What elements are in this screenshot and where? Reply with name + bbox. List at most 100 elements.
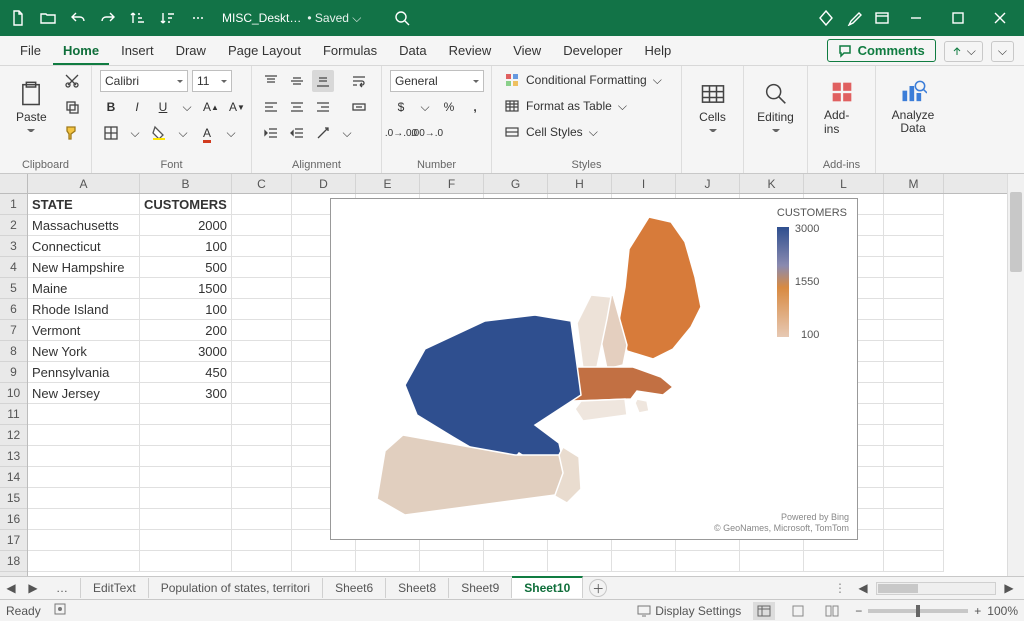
- col-header[interactable]: F: [420, 174, 484, 193]
- cell[interactable]: [28, 509, 140, 530]
- row-header[interactable]: 8: [0, 341, 27, 362]
- cell[interactable]: [232, 278, 292, 299]
- new-file-icon[interactable]: [4, 4, 32, 32]
- row-header[interactable]: 11: [0, 404, 27, 425]
- display-settings-button[interactable]: Display Settings: [637, 604, 741, 618]
- row-header[interactable]: 3: [0, 236, 27, 257]
- fill-color-icon[interactable]: [148, 122, 170, 144]
- cell[interactable]: [28, 488, 140, 509]
- cell[interactable]: [740, 551, 804, 572]
- cell[interactable]: [884, 467, 944, 488]
- chevron-down-icon[interactable]: ⌵: [174, 124, 192, 142]
- cell[interactable]: [232, 215, 292, 236]
- zoom-slider[interactable]: [868, 609, 968, 613]
- align-center-icon[interactable]: [286, 96, 308, 118]
- chevron-down-icon[interactable]: ⌵: [338, 124, 356, 142]
- cell[interactable]: [548, 551, 612, 572]
- tab-formulas[interactable]: Formulas: [313, 37, 387, 65]
- percent-icon[interactable]: %: [438, 96, 460, 118]
- row-header[interactable]: 9: [0, 362, 27, 383]
- col-header[interactable]: M: [884, 174, 944, 193]
- row-header[interactable]: 15: [0, 488, 27, 509]
- cell[interactable]: [884, 509, 944, 530]
- cell[interactable]: [420, 551, 484, 572]
- bold-button[interactable]: B: [100, 96, 122, 118]
- col-header[interactable]: C: [232, 174, 292, 193]
- decrease-decimal-icon[interactable]: .00→.0: [416, 122, 438, 144]
- tab-draw[interactable]: Draw: [166, 37, 216, 65]
- cell[interactable]: [232, 257, 292, 278]
- copy-icon[interactable]: [61, 96, 83, 118]
- row-header[interactable]: 10: [0, 383, 27, 404]
- cell[interactable]: [28, 530, 140, 551]
- cell[interactable]: [232, 509, 292, 530]
- cell[interactable]: 450: [140, 362, 232, 383]
- cell[interactable]: Rhode Island: [28, 299, 140, 320]
- sheet-tab[interactable]: Sheet8: [386, 578, 449, 598]
- zoom-in-icon[interactable]: +: [974, 604, 981, 618]
- grow-font-icon[interactable]: A▲: [200, 96, 222, 118]
- cell[interactable]: 100: [140, 299, 232, 320]
- tab-help[interactable]: Help: [634, 37, 681, 65]
- cell[interactable]: [232, 236, 292, 257]
- col-header[interactable]: L: [804, 174, 884, 193]
- open-file-icon[interactable]: [34, 4, 62, 32]
- zoom-control[interactable]: − + 100%: [855, 604, 1018, 618]
- cell[interactable]: [232, 362, 292, 383]
- tab-home[interactable]: Home: [53, 37, 109, 65]
- cell[interactable]: [612, 551, 676, 572]
- orientation-icon[interactable]: [312, 122, 334, 144]
- row-header[interactable]: 5: [0, 278, 27, 299]
- tab-file[interactable]: File: [10, 37, 51, 65]
- col-header[interactable]: D: [292, 174, 356, 193]
- cell[interactable]: [884, 236, 944, 257]
- paste-button[interactable]: Paste: [8, 70, 55, 144]
- share-button[interactable]: ⌵: [944, 41, 983, 62]
- chevron-down-icon[interactable]: ⌵: [126, 124, 144, 142]
- col-header[interactable]: G: [484, 174, 548, 193]
- cell[interactable]: Connecticut: [28, 236, 140, 257]
- cell[interactable]: [884, 551, 944, 572]
- map-chart[interactable]: CUSTOMERS 3000 1550 100 Powered by Bing …: [330, 198, 858, 540]
- cell[interactable]: [28, 446, 140, 467]
- cell[interactable]: 2000: [140, 215, 232, 236]
- font-name-select[interactable]: Calibri: [100, 70, 188, 92]
- search-icon[interactable]: [389, 5, 415, 31]
- cell[interactable]: New York: [28, 341, 140, 362]
- zoom-out-icon[interactable]: −: [855, 604, 862, 618]
- tab-scroll-left-icon[interactable]: ◀: [0, 577, 22, 599]
- sheet-tab[interactable]: Sheet6: [323, 578, 386, 598]
- chevron-down-icon[interactable]: ⌵: [222, 124, 240, 142]
- cell[interactable]: [232, 467, 292, 488]
- increase-decimal-icon[interactable]: .0→.00: [390, 122, 412, 144]
- col-header[interactable]: K: [740, 174, 804, 193]
- undo-icon[interactable]: [64, 4, 92, 32]
- col-header[interactable]: I: [612, 174, 676, 193]
- cell[interactable]: New Jersey: [28, 383, 140, 404]
- cell[interactable]: [884, 215, 944, 236]
- sort-desc-icon[interactable]: [154, 4, 182, 32]
- cell[interactable]: [484, 551, 548, 572]
- row-header[interactable]: 7: [0, 320, 27, 341]
- row-header[interactable]: 1: [0, 194, 27, 215]
- cell[interactable]: [232, 299, 292, 320]
- format-as-table-button[interactable]: Format as Table ⌵: [500, 96, 631, 116]
- font-size-select[interactable]: 11: [192, 70, 232, 92]
- cell[interactable]: STATE: [28, 194, 140, 215]
- tab-ellipsis[interactable]: …: [44, 578, 81, 598]
- cell[interactable]: [232, 404, 292, 425]
- cell[interactable]: [356, 551, 420, 572]
- maximize-button[interactable]: [938, 4, 978, 32]
- cell[interactable]: Vermont: [28, 320, 140, 341]
- cell[interactable]: CUSTOMERS: [140, 194, 232, 215]
- row-header[interactable]: 17: [0, 530, 27, 551]
- cell[interactable]: [804, 551, 884, 572]
- horizontal-scrollbar[interactable]: ⋮ ◀ ▶: [607, 577, 1024, 599]
- align-middle-icon[interactable]: [286, 70, 308, 92]
- chevron-down-icon[interactable]: ⌵: [178, 98, 196, 116]
- cell[interactable]: [884, 404, 944, 425]
- zoom-level[interactable]: 100%: [987, 604, 1018, 618]
- cell[interactable]: [140, 425, 232, 446]
- cell[interactable]: [140, 467, 232, 488]
- page-layout-view-icon[interactable]: [787, 602, 809, 620]
